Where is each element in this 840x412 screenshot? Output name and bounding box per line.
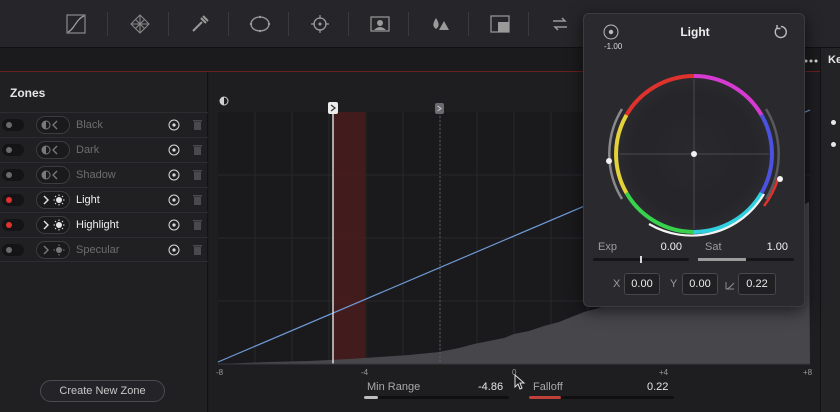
curves-icon[interactable] <box>64 12 88 36</box>
zone-direction-toggle[interactable] <box>36 141 70 159</box>
zone-toggle[interactable] <box>2 219 24 231</box>
zone-label: Highlight <box>76 219 119 231</box>
sat-slider[interactable] <box>698 258 794 261</box>
min-range-label: Min Range <box>367 381 421 393</box>
falloff-handle-dot <box>777 176 783 182</box>
magic-mask-icon[interactable] <box>368 12 392 36</box>
zone-label: Black <box>76 119 103 131</box>
zone-direction-toggle[interactable] <box>36 241 70 259</box>
zones-title: Zones <box>10 86 46 100</box>
zone-target-icon[interactable] <box>168 194 180 206</box>
key-dot[interactable] <box>831 142 836 147</box>
zone-row-dark[interactable]: Dark <box>0 137 208 162</box>
selected-zone-band <box>333 112 365 364</box>
zone-target-icon[interactable] <box>168 169 180 181</box>
zone-row-shadow[interactable]: Shadow <box>0 162 208 187</box>
zone-toggle[interactable] <box>2 244 24 256</box>
zone-direction-toggle[interactable] <box>36 166 70 184</box>
min-range-handle <box>328 102 338 114</box>
zone-direction-toggle[interactable] <box>36 191 70 209</box>
exp-value[interactable]: 0.00 <box>646 241 682 253</box>
zone-label: Dark <box>76 144 100 156</box>
trash-icon[interactable] <box>193 144 202 156</box>
min-range-value[interactable]: -4.86 <box>478 381 503 393</box>
zone-target-icon[interactable] <box>168 144 180 156</box>
sizing-icon[interactable] <box>548 12 572 36</box>
zone-toggle[interactable] <box>2 169 24 181</box>
x-tick: -4 <box>361 368 369 377</box>
light-zone-panel: -1.00 Light Exp 0.00 Sat 1.00 X 0.00 Y 0… <box>583 13 805 307</box>
wheel-center-dot <box>691 151 697 157</box>
zone-toggle[interactable] <box>2 194 24 206</box>
x-label: X <box>613 278 621 290</box>
falloff-field[interactable]: 0.22 <box>738 273 776 295</box>
sat-label: Sat <box>705 241 722 253</box>
trash-icon[interactable] <box>193 119 202 131</box>
falloff-label: Falloff <box>533 381 563 393</box>
zone-row-specular[interactable]: Specular <box>0 237 208 262</box>
mouse-cursor-icon <box>514 374 526 390</box>
zone-row-highlight[interactable]: Highlight <box>0 212 208 237</box>
power-window-icon[interactable] <box>248 12 272 36</box>
x-tick: +8 <box>803 368 813 377</box>
zone-toggle[interactable] <box>2 119 24 131</box>
sat-slider-fill <box>698 258 746 261</box>
key-panel-strip: Ke <box>820 48 840 412</box>
zones-panel: Zones Black Dark Shadow Light Highlight … <box>0 72 208 412</box>
min-range-slider[interactable] <box>364 396 509 399</box>
zone-row-black[interactable]: Black <box>0 112 208 137</box>
zone-direction-toggle[interactable] <box>36 116 70 134</box>
zone-target-icon[interactable] <box>168 119 180 131</box>
zone-row-light[interactable]: Light <box>0 187 208 212</box>
qualifier-icon[interactable] <box>188 12 212 36</box>
exp-label: Exp <box>598 241 617 253</box>
key-panel-title: Ke <box>828 54 840 66</box>
zone-label: Light <box>76 194 100 206</box>
falloff-value[interactable]: 0.22 <box>647 381 668 393</box>
blur-icon[interactable] <box>428 12 452 36</box>
wheel-value: -1.00 <box>604 42 623 51</box>
y-label: Y <box>670 278 678 290</box>
create-new-zone-button[interactable]: Create New Zone <box>40 380 165 402</box>
color-wheel[interactable] <box>594 64 794 244</box>
zone-direction-toggle[interactable] <box>36 216 70 234</box>
x-tick: +4 <box>659 368 669 377</box>
zone-toggle[interactable] <box>2 144 24 156</box>
trash-icon[interactable] <box>193 219 202 231</box>
trash-icon[interactable] <box>193 169 202 181</box>
zone-target-icon[interactable] <box>168 244 180 256</box>
exposure-handle <box>606 158 612 164</box>
zone-label: Shadow <box>76 169 116 181</box>
color-warper-icon[interactable] <box>128 12 152 36</box>
sat-value[interactable]: 1.00 <box>752 241 788 253</box>
min-range-slider-fill <box>364 396 378 399</box>
trash-icon[interactable] <box>193 244 202 256</box>
exp-slider[interactable] <box>593 256 689 263</box>
key-icon[interactable] <box>488 12 512 36</box>
x-field[interactable]: 0.00 <box>624 273 660 295</box>
y-field[interactable]: 0.00 <box>682 273 718 295</box>
zone-target-icon[interactable] <box>168 219 180 231</box>
key-dot[interactable] <box>831 120 836 125</box>
zone-label: Specular <box>76 244 120 256</box>
exp-slider-thumb <box>640 256 642 263</box>
reset-icon[interactable] <box>773 24 789 40</box>
falloff-slider-fill <box>529 396 561 399</box>
falloff-icon <box>725 282 735 290</box>
trash-icon[interactable] <box>193 194 202 206</box>
options-menu-icon[interactable] <box>804 59 818 63</box>
x-tick: -8 <box>216 368 224 377</box>
falloff-slider[interactable] <box>529 396 674 399</box>
tracker-icon[interactable] <box>308 12 332 36</box>
falloff-handle <box>435 103 444 114</box>
